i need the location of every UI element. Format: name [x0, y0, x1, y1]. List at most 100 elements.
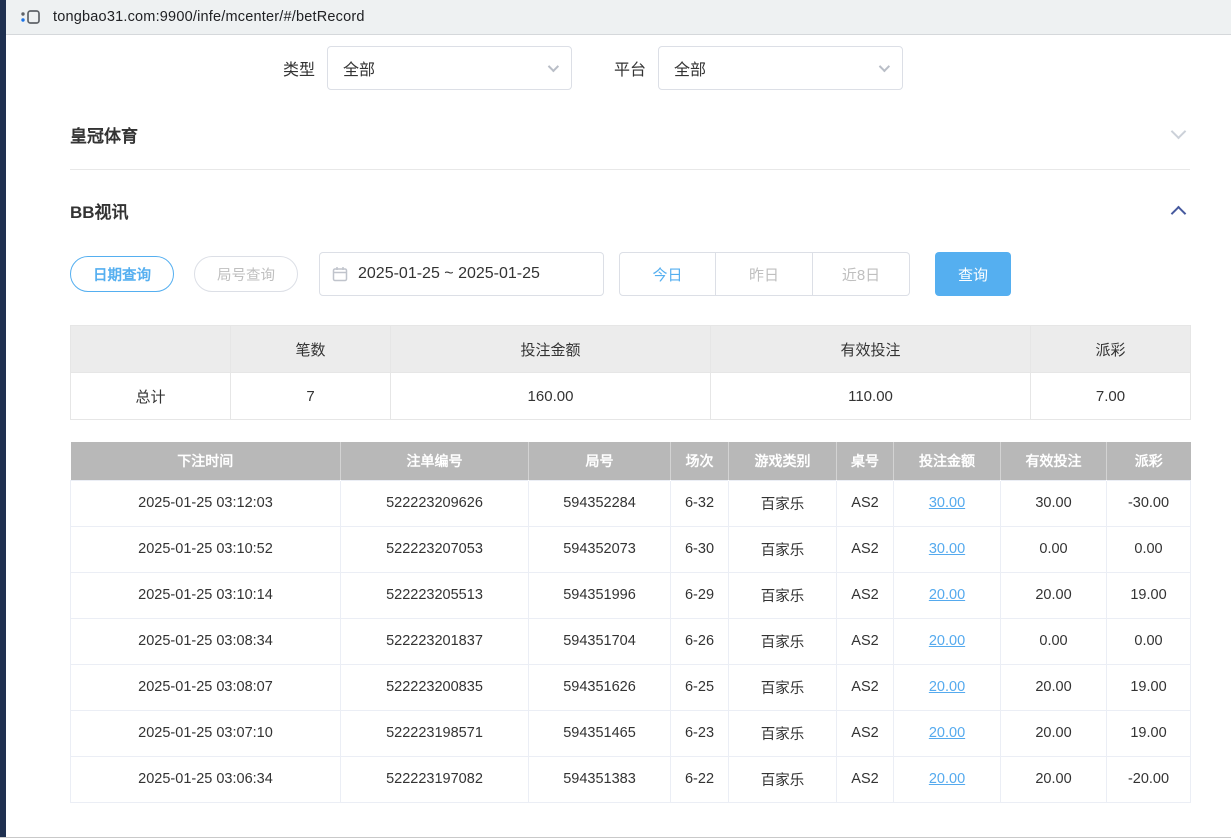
cell-bet-amount: 20.00: [894, 664, 1001, 710]
cell-payout: 19.00: [1107, 710, 1191, 756]
table-row: 2025-01-25 03:08:07 522223200835 5943516…: [71, 664, 1191, 710]
summary-header-empty: [71, 326, 231, 373]
cell-session: 6-23: [671, 710, 729, 756]
bet-records-table: 下注时间 注单编号 局号 场次 游戏类别 桌号 投注金额 有效投注 派彩 202…: [70, 442, 1191, 803]
bet-table-header-row: 下注时间 注单编号 局号 场次 游戏类别 桌号 投注金额 有效投注 派彩: [71, 442, 1191, 480]
cell-round-no: 594351704: [529, 618, 671, 664]
section-crown-sports[interactable]: 皇冠体育: [70, 110, 1190, 158]
cell-valid-bet: 0.00: [1001, 526, 1107, 572]
cell-round-no: 594351626: [529, 664, 671, 710]
yesterday-button[interactable]: 昨日: [716, 252, 813, 296]
bet-amount-link[interactable]: 20.00: [929, 633, 965, 649]
platform-select-value: 全部: [674, 56, 706, 80]
platform-select[interactable]: 全部: [658, 46, 903, 90]
query-toolbar: 日期查询 局号查询 2025-01-25 ~ 2025-01-25 今日 昨日 …: [70, 252, 1190, 296]
header-game-type: 游戏类别: [729, 442, 837, 480]
round-query-button[interactable]: 局号查询: [194, 256, 298, 292]
cell-table-no: AS2: [837, 618, 894, 664]
type-label: 类型: [283, 56, 315, 80]
cell-table-no: AS2: [837, 480, 894, 526]
tab-profile-icon[interactable]: [20, 9, 40, 25]
browser-window: tongbao31.com:9900/infe/mcenter/#/betRec…: [0, 0, 1231, 838]
bet-amount-link[interactable]: 20.00: [929, 725, 965, 741]
cell-table-no: AS2: [837, 710, 894, 756]
table-row: 2025-01-25 03:10:14 522223205513 5943519…: [71, 572, 1191, 618]
cell-session: 6-29: [671, 572, 729, 618]
date-range-picker[interactable]: 2025-01-25 ~ 2025-01-25: [319, 252, 604, 296]
summary-header-valid: 有效投注: [711, 326, 1031, 373]
date-range-value: 2025-01-25 ~ 2025-01-25: [358, 265, 540, 283]
last-8-days-button[interactable]: 近8日: [813, 252, 910, 296]
summary-total-valid: 110.00: [711, 373, 1031, 420]
cell-round-no: 594351996: [529, 572, 671, 618]
cell-valid-bet: 20.00: [1001, 572, 1107, 618]
header-valid-bet: 有效投注: [1001, 442, 1107, 480]
search-button[interactable]: 查询: [935, 252, 1011, 296]
cell-order-no: 522223200835: [341, 664, 529, 710]
cell-bet-time: 2025-01-25 03:06:34: [71, 756, 341, 802]
cell-bet-amount: 20.00: [894, 572, 1001, 618]
url-text[interactable]: tongbao31.com:9900/infe/mcenter/#/betRec…: [53, 9, 365, 25]
cell-payout: 0.00: [1107, 526, 1191, 572]
cell-valid-bet: 20.00: [1001, 710, 1107, 756]
bet-amount-link[interactable]: 30.00: [929, 541, 965, 557]
bet-amount-link[interactable]: 20.00: [929, 679, 965, 695]
bet-amount-link[interactable]: 20.00: [929, 771, 965, 787]
cell-session: 6-30: [671, 526, 729, 572]
cell-bet-time: 2025-01-25 03:10:14: [71, 572, 341, 618]
bet-amount-link[interactable]: 30.00: [929, 495, 965, 511]
cell-round-no: 594352073: [529, 526, 671, 572]
cell-order-no: 522223201837: [341, 618, 529, 664]
cell-bet-time: 2025-01-25 03:07:10: [71, 710, 341, 756]
section-crown-title: 皇冠体育: [70, 122, 138, 147]
cell-order-no: 522223197082: [341, 756, 529, 802]
summary-total-bet: 160.00: [391, 373, 711, 420]
header-order-no: 注单编号: [341, 442, 529, 480]
quick-date-group: 今日 昨日 近8日: [619, 252, 910, 296]
table-row: 2025-01-25 03:10:52 522223207053 5943520…: [71, 526, 1191, 572]
cell-valid-bet: 20.00: [1001, 756, 1107, 802]
section-divider: [70, 169, 1190, 170]
chevron-down-icon: [879, 61, 890, 72]
summary-total-payout: 7.00: [1031, 373, 1191, 420]
cell-bet-amount: 20.00: [894, 756, 1001, 802]
chevron-down-icon: [548, 61, 559, 72]
cell-game-type: 百家乐: [729, 710, 837, 756]
cell-bet-amount: 30.00: [894, 526, 1001, 572]
cell-bet-time: 2025-01-25 03:08:07: [71, 664, 341, 710]
cell-bet-time: 2025-01-25 03:08:34: [71, 618, 341, 664]
cell-round-no: 594352284: [529, 480, 671, 526]
cell-game-type: 百家乐: [729, 618, 837, 664]
cell-game-type: 百家乐: [729, 572, 837, 618]
cell-session: 6-25: [671, 664, 729, 710]
cell-game-type: 百家乐: [729, 526, 837, 572]
cell-order-no: 522223205513: [341, 572, 529, 618]
section-bb-title: BB视讯: [70, 198, 129, 223]
cell-round-no: 594351383: [529, 756, 671, 802]
cell-game-type: 百家乐: [729, 664, 837, 710]
cell-game-type: 百家乐: [729, 480, 837, 526]
section-bb-video[interactable]: BB视讯: [70, 190, 1190, 230]
type-select[interactable]: 全部: [327, 46, 572, 90]
chevron-down-icon[interactable]: [1171, 124, 1187, 140]
cell-bet-amount: 20.00: [894, 710, 1001, 756]
summary-header-row: 笔数 投注金额 有效投注 派彩: [71, 326, 1191, 373]
today-button[interactable]: 今日: [619, 252, 716, 296]
cell-order-no: 522223198571: [341, 710, 529, 756]
cell-payout: 0.00: [1107, 618, 1191, 664]
date-query-button[interactable]: 日期查询: [70, 256, 174, 292]
table-row: 2025-01-25 03:07:10 522223198571 5943514…: [71, 710, 1191, 756]
calendar-icon: [332, 266, 348, 282]
cell-session: 6-22: [671, 756, 729, 802]
summary-table: 笔数 投注金额 有效投注 派彩 总计 7 160.00 110.00 7.00: [70, 325, 1191, 420]
filter-row: 类型 全部 平台 全部: [70, 44, 1190, 92]
browser-address-bar[interactable]: tongbao31.com:9900/infe/mcenter/#/betRec…: [0, 0, 1231, 35]
cell-payout: 19.00: [1107, 664, 1191, 710]
table-row: 2025-01-25 03:08:34 522223201837 5943517…: [71, 618, 1191, 664]
bet-amount-link[interactable]: 20.00: [929, 587, 965, 603]
window-edge: [0, 0, 6, 837]
header-bet-amount: 投注金额: [894, 442, 1001, 480]
summary-total-count: 7: [231, 373, 391, 420]
cell-bet-amount: 20.00: [894, 618, 1001, 664]
chevron-up-icon[interactable]: [1171, 205, 1187, 221]
